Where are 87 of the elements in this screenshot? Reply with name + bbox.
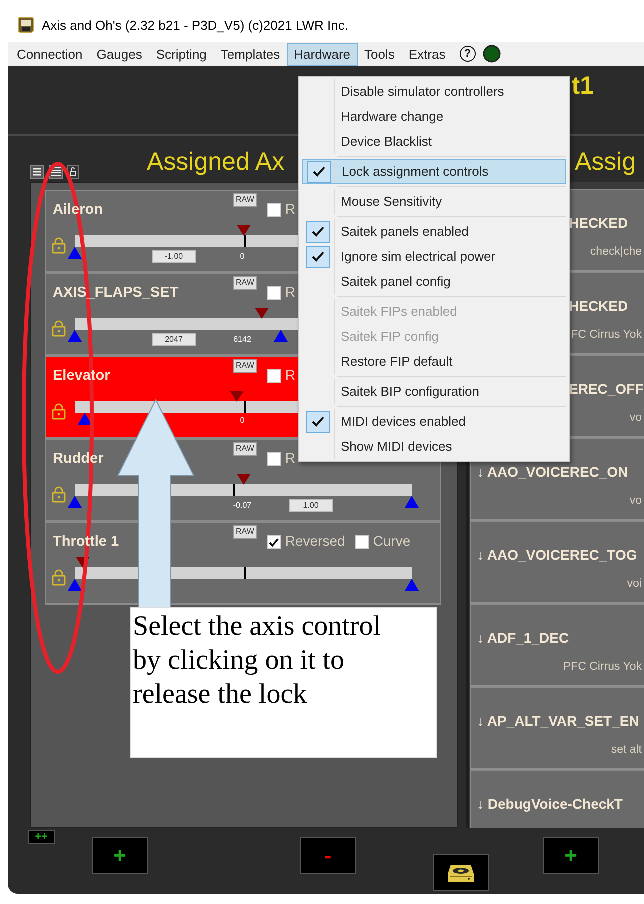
- lock-icon: [52, 403, 66, 420]
- status-light-icon: [482, 45, 501, 63]
- raw-button[interactable]: RAW: [233, 442, 258, 456]
- current-value: -0.07: [233, 501, 252, 510]
- checkbox[interactable]: [267, 452, 282, 466]
- value-field[interactable]: 1.00: [289, 499, 333, 512]
- range-handle[interactable]: [68, 247, 82, 259]
- event-detail: FC Cirrus Yok: [571, 329, 642, 341]
- drive-icon: [447, 862, 475, 883]
- panel-title: Assigned Ax: [147, 147, 285, 177]
- help-button[interactable]: ?: [460, 46, 476, 62]
- checkbox[interactable]: [267, 369, 282, 383]
- menu-item[interactable]: Device Blacklist: [302, 129, 566, 154]
- option-label: R: [285, 201, 296, 217]
- checkbox[interactable]: [267, 203, 282, 217]
- event-card[interactable]: ↓ ADF_1_DEC PFC Cirrus Yok: [470, 604, 644, 687]
- event-detail: check|che: [590, 246, 642, 258]
- range-handle[interactable]: [68, 579, 82, 591]
- event-name: ↓ AP_ALT_VAR_SET_EN: [477, 713, 640, 729]
- event-detail: set alt: [611, 744, 642, 756]
- event-name: ↓ AAO_VOICEREC_ON: [477, 464, 630, 480]
- menu-item[interactable]: Scripting: [149, 42, 214, 66]
- menu-item[interactable]: Saitek panel config: [302, 269, 566, 294]
- range-handle[interactable]: [405, 496, 419, 508]
- lock-icon: [52, 569, 66, 586]
- current-value: 0: [240, 252, 245, 261]
- menu-item[interactable]: Saitek panels enabled: [302, 219, 566, 244]
- menu-item[interactable]: MIDI devices enabled: [302, 409, 566, 434]
- lock-icon: [52, 486, 66, 503]
- event-name: HECKED: [569, 298, 630, 314]
- menu-item[interactable]: Templates: [214, 42, 288, 66]
- checkbox[interactable]: [267, 286, 282, 300]
- range-handle[interactable]: [68, 330, 82, 342]
- raw-button[interactable]: RAW: [233, 193, 258, 207]
- window-title: Axis and Oh's (2.32 b21 - P3D_V5) (c)2021 LWR Inc.: [42, 18, 348, 32]
- value-field[interactable]: -1.00: [152, 250, 196, 263]
- event-name: ↓ ADF_1_DEC: [477, 630, 570, 646]
- event-name: HECKED: [569, 215, 630, 231]
- option-label: R: [285, 284, 296, 300]
- save-button[interactable]: [433, 854, 489, 891]
- raw-button[interactable]: RAW: [233, 525, 258, 539]
- range-handle[interactable]: [68, 496, 82, 508]
- add-button[interactable]: +: [92, 837, 148, 874]
- option-label: Reversed: [285, 533, 346, 549]
- event-detail: voi: [627, 578, 642, 590]
- list-view-icon[interactable]: [30, 165, 44, 179]
- menu-item[interactable]: Tools: [358, 42, 402, 66]
- annotation-text: Select the axis control by clicking on it to release the lock: [130, 607, 437, 758]
- checkbox[interactable]: [355, 535, 370, 549]
- header-title: t1: [572, 72, 594, 101]
- event-name: ↓ AAO_VOICEREC_TOG: [477, 547, 638, 563]
- axis-name: Elevator: [53, 368, 112, 384]
- option-label: R: [285, 367, 296, 383]
- current-value: 0: [240, 416, 245, 425]
- add-button[interactable]: +: [543, 837, 599, 874]
- event-detail: PFC Cirrus Yok: [563, 661, 642, 673]
- event-card[interactable]: ↓ AAO_VOICEREC_TOG voi: [470, 521, 644, 604]
- panel-title: Assig: [575, 147, 636, 177]
- menu-item[interactable]: Connection: [10, 42, 90, 66]
- event-card[interactable]: ↓ DebugVoice-CheckT: [470, 770, 644, 828]
- range-handle[interactable]: [405, 579, 419, 591]
- menu-item[interactable]: Restore FIP default: [302, 349, 566, 374]
- menu-item[interactable]: Saitek BIP configuration: [302, 379, 566, 404]
- event-detail: vo: [630, 412, 642, 424]
- menu-item[interactable]: Gauges: [90, 42, 150, 66]
- remove-button[interactable]: -: [300, 837, 356, 874]
- menu-item[interactable]: Mouse Sensitivity: [302, 189, 566, 214]
- checkbox[interactable]: [267, 535, 282, 549]
- current-value: 6142: [234, 335, 252, 344]
- event-name: EREC_OFF: [569, 381, 642, 397]
- raw-button[interactable]: RAW: [233, 276, 258, 290]
- lock-icon: [52, 320, 66, 337]
- add-all-button[interactable]: ++: [28, 830, 55, 844]
- menu-item[interactable]: Extras: [402, 42, 453, 66]
- menu-item[interactable]: Lock assignment controls: [302, 159, 566, 184]
- lock-icon: [52, 237, 66, 254]
- event-detail: vo: [630, 495, 642, 507]
- menu-item[interactable]: Disable simulator controllers: [302, 79, 566, 104]
- raw-button[interactable]: RAW: [233, 359, 258, 373]
- event-card[interactable]: ↓ AP_ALT_VAR_SET_EN set alt: [470, 687, 644, 770]
- menu-item[interactable]: Hardware: [287, 42, 358, 66]
- option-label: R: [285, 450, 296, 466]
- option-label: Curve: [373, 533, 411, 549]
- event-name: ↓ DebugVoice-CheckT: [477, 796, 624, 812]
- value-field[interactable]: 2047: [152, 333, 196, 346]
- menu-item[interactable]: Hardware change: [302, 104, 566, 129]
- app-icon: [18, 17, 34, 33]
